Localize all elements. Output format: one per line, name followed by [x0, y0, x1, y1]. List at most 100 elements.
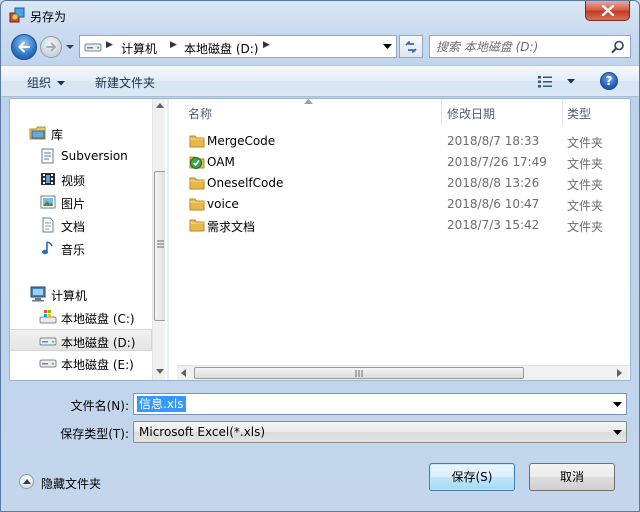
close-button[interactable] — [585, 1, 630, 21]
drive-icon — [84, 43, 102, 52]
sidebar-item-label: 视频 — [61, 174, 86, 188]
file-type: 文件夹 — [567, 178, 604, 192]
filename-value[interactable]: 信息.xls — [137, 396, 186, 412]
breadcrumb-separator[interactable]: ▶ — [106, 40, 113, 50]
horizontal-scrollbar[interactable] — [177, 365, 629, 380]
breadcrumb-separator[interactable]: ▶ — [263, 40, 270, 50]
sidebar-item-subversion[interactable]: Subversion — [10, 145, 152, 167]
scrollbar-thumb[interactable] — [154, 171, 165, 321]
sidebar-item-music[interactable]: 音乐 — [10, 237, 152, 259]
scrollbar-thumb[interactable] — [194, 367, 524, 379]
recent-locations-chevron-icon[interactable] — [65, 42, 75, 52]
file-row[interactable]: OneselfCode 2018/8/8 13:26 文件夹 — [169, 173, 609, 194]
view-list-icon — [538, 75, 552, 87]
file-row[interactable]: voice 2018/8/6 10:47 文件夹 — [169, 194, 609, 215]
chevron-down-icon — [57, 81, 66, 86]
sidebar-item-label: 文档 — [61, 220, 86, 234]
file-date: 2018/8/8 13:26 — [447, 176, 540, 190]
file-date: 2018/8/6 10:47 — [447, 197, 540, 211]
sidebar-item-label: Subversion — [61, 149, 128, 163]
filetype-value: Microsoft Excel(*.xls) — [139, 425, 266, 439]
sidebar-item-pictures[interactable]: 图片 — [10, 191, 152, 213]
new-folder-button[interactable]: 新建文件夹 — [95, 74, 155, 91]
library-icon — [29, 126, 46, 140]
save-as-dialog: 另存为 ▶ 计算机 ▶ 本地磁盘 (D:) ▶ 搜索 本地磁盘 (D:) 组织 … — [0, 0, 640, 512]
sidebar-item-computer[interactable]: 计算机 — [10, 283, 152, 305]
search-input[interactable] — [436, 38, 606, 55]
title-bar[interactable]: 另存为 — [1, 1, 639, 31]
document-icon — [42, 217, 54, 233]
folder-synced-icon — [189, 156, 205, 169]
sort-ascending-icon — [304, 99, 313, 104]
question-icon: ? — [605, 74, 613, 88]
sidebar-item-label: 计算机 — [51, 289, 88, 303]
file-row[interactable]: OAM 2018/7/26 17:49 文件夹 — [169, 152, 609, 173]
file-name: OAM — [207, 155, 235, 169]
music-icon — [42, 241, 53, 255]
window-title: 另存为 — [30, 10, 67, 24]
file-row[interactable]: 需求文档 2018/7/3 15:42 文件夹 — [169, 215, 609, 236]
drive-icon — [39, 337, 57, 346]
scroll-down-arrow-icon[interactable] — [156, 369, 164, 375]
cancel-button[interactable]: 取消 — [529, 463, 615, 491]
chevron-down-icon — [566, 79, 575, 84]
organize-label: 组织 — [27, 76, 52, 90]
scroll-right-arrow-icon[interactable] — [617, 369, 623, 377]
column-header-type[interactable]: 类型 — [563, 99, 623, 125]
file-type: 文件夹 — [567, 136, 604, 150]
column-header-label: 类型 — [567, 107, 592, 121]
refresh-button[interactable] — [399, 35, 423, 58]
column-header-date[interactable]: 修改日期 — [442, 99, 562, 125]
folder-icon — [189, 219, 205, 232]
sidebar-item-library[interactable]: 库 — [10, 122, 152, 144]
file-name: 需求文档 — [207, 220, 256, 234]
sidebar-item-videos[interactable]: 视频 — [10, 168, 152, 190]
file-row[interactable]: MergeCode 2018/8/7 18:33 文件夹 — [169, 131, 609, 152]
column-header-name[interactable]: 名称 — [169, 99, 441, 125]
file-date: 2018/7/3 15:42 — [447, 218, 540, 232]
file-type: 文件夹 — [567, 220, 604, 234]
browser-panes: 库 Subversion 视频 图片 文档 音乐 计算机 本地磁盘 (C:) 本… — [9, 98, 631, 381]
file-date: 2018/7/26 17:49 — [447, 155, 547, 169]
filename-label: 文件名(N): — [70, 399, 129, 413]
sidebar-item-label: 本地磁盘 (E:) — [61, 358, 134, 372]
search-icon[interactable] — [611, 40, 625, 54]
sidebar-item-documents[interactable]: 文档 — [10, 214, 152, 236]
column-header-label: 名称 — [188, 107, 213, 121]
change-view-button[interactable] — [537, 74, 575, 89]
breadcrumb-computer[interactable]: 计算机 — [121, 40, 157, 57]
filename-field[interactable]: 信息.xls — [133, 393, 627, 415]
document-library-icon — [41, 148, 54, 164]
close-icon — [601, 5, 615, 16]
sidebar-item-drive-c[interactable]: 本地磁盘 (C:) — [10, 306, 152, 328]
help-button[interactable]: ? — [600, 72, 618, 90]
video-icon — [41, 173, 55, 185]
grip-icon — [157, 240, 164, 248]
collapse-circle — [19, 474, 34, 489]
filetype-select[interactable]: Microsoft Excel(*.xls) — [133, 421, 627, 443]
chevron-down-icon[interactable] — [613, 402, 622, 408]
chevron-up-icon — [23, 479, 31, 484]
search-box[interactable] — [429, 35, 631, 58]
navigation-scrollbar[interactable] — [152, 99, 165, 380]
app-icon — [9, 7, 25, 23]
forward-button[interactable] — [40, 36, 62, 58]
back-button[interactable] — [11, 34, 37, 60]
drive-icon — [39, 359, 57, 368]
organize-menu[interactable]: 组织 — [27, 74, 66, 91]
scroll-up-arrow-icon[interactable] — [156, 103, 164, 109]
sidebar-item-drive-e[interactable]: 本地磁盘 (E:) — [10, 352, 152, 374]
save-button[interactable]: 保存(S) — [429, 463, 515, 491]
file-date: 2018/8/7 18:33 — [447, 134, 540, 148]
sidebar-item-drive-d[interactable]: 本地磁盘 (D:) — [10, 329, 152, 351]
scroll-left-arrow-icon[interactable] — [181, 369, 187, 377]
file-name: OneselfCode — [207, 176, 284, 190]
breadcrumb-separator[interactable]: ▶ — [170, 40, 177, 50]
file-type: 文件夹 — [567, 157, 604, 171]
address-bar[interactable]: ▶ 计算机 ▶ 本地磁盘 (D:) ▶ — [79, 35, 397, 58]
refresh-icon — [405, 41, 417, 53]
chevron-down-icon[interactable] — [383, 44, 392, 50]
arrow-right-icon — [46, 42, 56, 52]
breadcrumb-drive-d[interactable]: 本地磁盘 (D:) — [184, 40, 258, 57]
navigation-pane: 库 Subversion 视频 图片 文档 音乐 计算机 本地磁盘 (C:) 本… — [10, 99, 165, 380]
